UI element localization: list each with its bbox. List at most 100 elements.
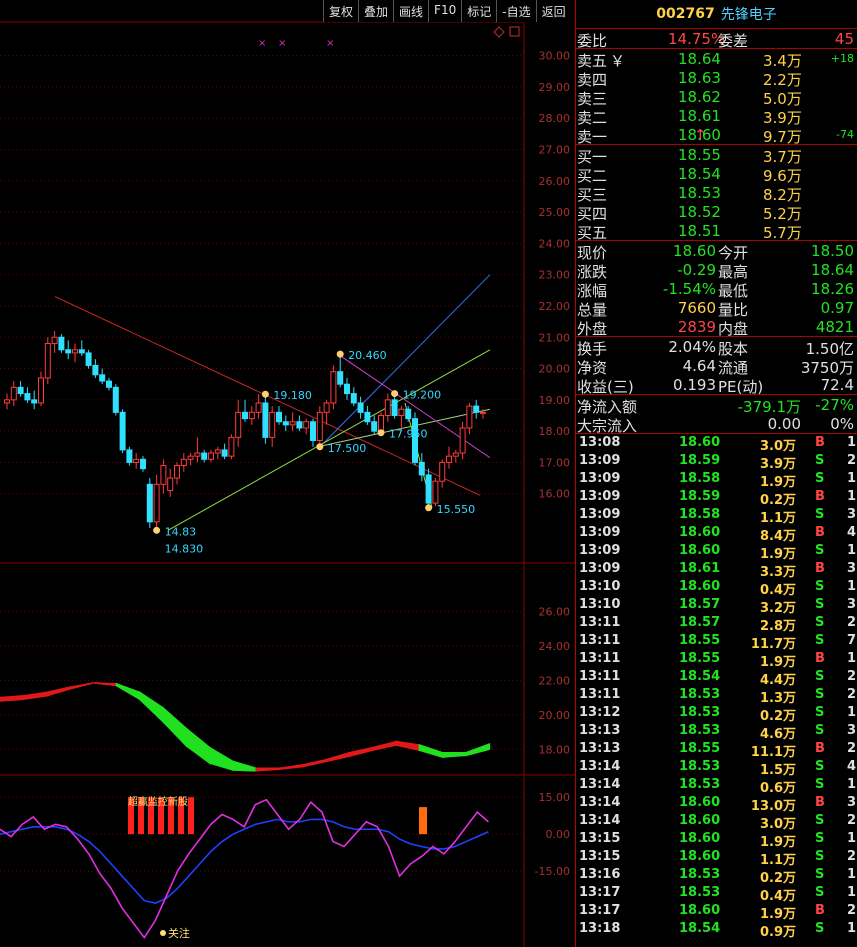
candle-body	[58, 336, 65, 351]
bid-price: 18.52	[678, 203, 721, 221]
bid-price: 18.55	[678, 146, 721, 164]
candle-body	[4, 399, 10, 404]
trade-count: 1	[846, 705, 856, 720]
candle	[323, 399, 330, 425]
candle	[459, 421, 466, 460]
candle	[303, 418, 310, 435]
trade-side: S	[815, 687, 825, 702]
candle-body	[194, 452, 201, 457]
tick-trades[interactable]: 13:08 18.60 3.0万 B 1 13:09 18.59 3.9万 S 2 13:09 18.…	[576, 433, 857, 940]
candle-body	[452, 452, 459, 457]
candle	[133, 453, 140, 469]
band-tick-label: 22.00	[539, 674, 571, 687]
candle	[357, 396, 364, 419]
candle-body	[384, 399, 391, 416]
trade-time: 13:13	[579, 723, 621, 738]
bid-label: 买五	[577, 224, 608, 242]
band-segment	[69, 682, 94, 690]
back-button[interactable]: 返回	[535, 0, 571, 22]
fuquan-button[interactable]: 复权	[323, 0, 358, 22]
candle-body	[303, 421, 310, 429]
trade-price: 18.59	[679, 453, 721, 468]
bid-row: 买二 18.54 9.6万	[576, 164, 857, 185]
quote-value: -0.29	[677, 261, 716, 279]
candle-body	[201, 452, 208, 460]
hand-marker-icon	[391, 390, 399, 398]
maximize-icon[interactable]	[509, 26, 520, 37]
candle-body	[480, 411, 486, 414]
marker-x-2: ×	[278, 38, 286, 49]
trade-price: 18.60	[679, 543, 721, 558]
candle	[452, 449, 459, 463]
candle-body	[92, 364, 99, 376]
hand-marker-icon	[316, 443, 324, 451]
trade-price: 18.60	[679, 579, 721, 594]
candle	[187, 453, 194, 466]
price-tick-label: 18.00	[539, 425, 571, 438]
price-annotation: 14.83	[165, 525, 197, 538]
trade-count: 3	[846, 561, 856, 576]
quote-value: 18.26	[811, 280, 854, 298]
trade-price: 18.55	[679, 741, 721, 756]
attention-label: 关注	[168, 926, 190, 940]
candle	[276, 406, 282, 425]
candle-body	[371, 421, 378, 432]
trade-side: S	[815, 543, 825, 558]
trade-count: 2	[846, 741, 856, 756]
candle-body	[17, 386, 24, 395]
trade-side: B	[815, 741, 825, 756]
candle-body	[65, 349, 72, 354]
price-tick-label: 26.00	[539, 175, 571, 188]
candle	[235, 399, 242, 447]
candle-body	[160, 465, 167, 485]
candle	[17, 381, 24, 397]
fin-label: 收益(三)	[577, 378, 634, 396]
trade-time: 13:10	[579, 579, 621, 594]
trade-row: 13:10 18.57 3.2万 S 3	[576, 596, 857, 616]
trade-price: 18.59	[679, 489, 721, 504]
trade-count: 3	[846, 723, 856, 738]
trade-price: 18.60	[679, 795, 721, 810]
trade-count: 1	[846, 651, 856, 666]
quote-row: 外盘 2839 内盘 4821	[576, 317, 857, 338]
price-tick-label: 30.00	[539, 50, 571, 63]
trade-time: 13:16	[579, 867, 621, 882]
fin-row: 净资 4.64 流通 3750万	[576, 356, 857, 377]
trade-side: S	[815, 831, 825, 846]
remove-watchlist-button[interactable]: -自选	[496, 0, 535, 22]
trend-line[interactable]	[319, 274, 491, 448]
trade-count: 3	[846, 795, 856, 810]
quote-row: 总量 7660 量比 0.97	[576, 298, 857, 319]
price-tick-label: 22.00	[539, 300, 571, 313]
candle	[51, 331, 58, 353]
candle-body	[221, 449, 228, 457]
f10-button[interactable]: F10	[428, 0, 461, 22]
candle	[269, 406, 276, 447]
draw-line-button[interactable]: 画线	[393, 0, 428, 22]
trade-row: 13:17 18.53 0.4万 S 1	[576, 884, 857, 904]
candle-body	[85, 352, 92, 366]
candle	[119, 409, 126, 454]
candle	[242, 399, 248, 422]
candle	[384, 393, 391, 422]
candle-body	[78, 349, 85, 354]
trade-row: 13:14 18.53 1.5万 S 4	[576, 758, 857, 778]
trade-row: 13:08 18.60 3.0万 B 1	[576, 434, 857, 454]
diamond-icon[interactable]	[493, 26, 505, 38]
price-tick-label: 29.00	[539, 81, 571, 94]
mark-button[interactable]: 标记	[461, 0, 496, 22]
trade-side: B	[815, 795, 825, 810]
quote-value: 18.60	[673, 242, 716, 260]
band-tick-label: 24.00	[539, 640, 571, 653]
band-tick-label: 18.00	[539, 743, 571, 756]
trade-count: 1	[846, 831, 856, 846]
trade-side: S	[815, 471, 825, 486]
trade-side: B	[815, 903, 825, 918]
overlay-button[interactable]: 叠加	[358, 0, 393, 22]
candle	[248, 406, 255, 425]
trade-count: 7	[846, 633, 856, 648]
fin-row: 换手 2.04% 股本 1.50亿	[576, 337, 857, 358]
candle	[106, 377, 112, 391]
kline-chart-area[interactable]: 30.00 29.00 28.00 27.00 26.00 25.00 24.00 23.00…	[0, 0, 575, 947]
candle	[24, 387, 31, 403]
